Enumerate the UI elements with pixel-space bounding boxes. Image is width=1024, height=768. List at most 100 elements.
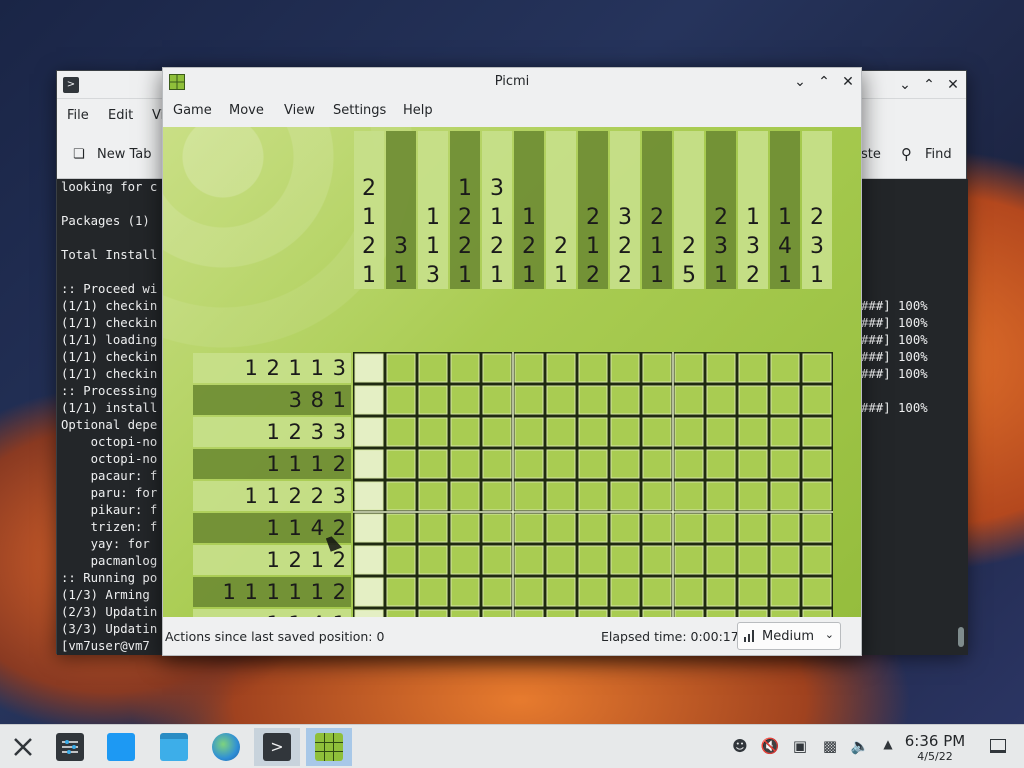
grid-cell[interactable] bbox=[450, 449, 480, 479]
grid-cell[interactable] bbox=[418, 353, 448, 383]
grid-cell[interactable] bbox=[770, 577, 800, 607]
task-terminal[interactable]: > bbox=[254, 728, 300, 766]
grid-cell[interactable] bbox=[578, 481, 608, 511]
grid-cell[interactable] bbox=[770, 417, 800, 447]
grid-cell[interactable] bbox=[770, 545, 800, 575]
menu-help[interactable]: Help bbox=[403, 103, 433, 118]
grid-cell[interactable] bbox=[386, 481, 416, 511]
grid-cell[interactable] bbox=[802, 545, 832, 575]
grid-cell[interactable] bbox=[738, 353, 768, 383]
grid-cell[interactable] bbox=[738, 481, 768, 511]
grid-cell[interactable] bbox=[482, 545, 512, 575]
grid-cell[interactable] bbox=[450, 609, 480, 617]
grid-cell[interactable] bbox=[802, 385, 832, 415]
grid-cell[interactable] bbox=[418, 609, 448, 617]
show-desktop-button[interactable] bbox=[990, 739, 1006, 753]
grid-cell[interactable] bbox=[450, 513, 480, 543]
grid-cell[interactable] bbox=[674, 513, 704, 543]
grid-cell[interactable] bbox=[738, 513, 768, 543]
grid-cell[interactable] bbox=[354, 577, 384, 607]
grid-cell[interactable] bbox=[706, 353, 736, 383]
grid-cell[interactable] bbox=[386, 449, 416, 479]
grid-cell[interactable] bbox=[514, 353, 544, 383]
grid-cell[interactable] bbox=[674, 481, 704, 511]
clock-time[interactable]: 6:36 PM bbox=[900, 732, 970, 750]
grid-cell[interactable] bbox=[738, 449, 768, 479]
grid-cell[interactable] bbox=[482, 449, 512, 479]
muted-speaker-icon[interactable]: 🔇 bbox=[760, 737, 780, 755]
grid-cell[interactable] bbox=[674, 353, 704, 383]
task-discover[interactable] bbox=[98, 728, 144, 766]
menu-view[interactable]: View bbox=[284, 103, 315, 118]
grid-cell[interactable] bbox=[738, 577, 768, 607]
grid-cell[interactable] bbox=[642, 545, 672, 575]
grid-cell[interactable] bbox=[610, 385, 640, 415]
grid-cell[interactable] bbox=[386, 609, 416, 617]
grid-cell[interactable] bbox=[706, 481, 736, 511]
grid-cell[interactable] bbox=[706, 417, 736, 447]
grid-cell[interactable] bbox=[802, 449, 832, 479]
grid-cell[interactable] bbox=[578, 545, 608, 575]
grid-cell[interactable] bbox=[706, 609, 736, 617]
grid-cell[interactable] bbox=[386, 417, 416, 447]
puzzle-board[interactable]: 2121311131221312112121212322211252311321… bbox=[163, 127, 861, 617]
grid-cell[interactable] bbox=[514, 481, 544, 511]
search-icon[interactable]: ⚲ bbox=[901, 145, 912, 163]
grid-cell[interactable] bbox=[546, 545, 576, 575]
grid-cell[interactable] bbox=[450, 577, 480, 607]
grid-cell[interactable] bbox=[546, 513, 576, 543]
grid-cell[interactable] bbox=[482, 609, 512, 617]
grid-cell[interactable] bbox=[354, 353, 384, 383]
grid-cell[interactable] bbox=[802, 353, 832, 383]
grid-cell[interactable] bbox=[546, 417, 576, 447]
grid-cell[interactable] bbox=[546, 609, 576, 617]
picmi-minimize-icon[interactable]: ⌄ bbox=[790, 72, 810, 92]
usb-device-icon[interactable]: ▣ bbox=[790, 737, 810, 755]
grid-cell[interactable] bbox=[450, 353, 480, 383]
grid-cell[interactable] bbox=[738, 545, 768, 575]
task-web-browser[interactable] bbox=[203, 728, 249, 766]
grid-cell[interactable] bbox=[546, 385, 576, 415]
grid-cell[interactable] bbox=[674, 609, 704, 617]
tray-expand-icon[interactable]: ▲ bbox=[878, 737, 898, 751]
menu-game[interactable]: Game bbox=[173, 103, 212, 118]
grid-cell[interactable] bbox=[450, 481, 480, 511]
grid-cell[interactable] bbox=[610, 545, 640, 575]
new-tab-button[interactable]: New Tab bbox=[97, 147, 152, 162]
grid-cell[interactable] bbox=[514, 609, 544, 617]
grid-cell[interactable] bbox=[642, 513, 672, 543]
grid-cell[interactable] bbox=[770, 385, 800, 415]
grid-cell[interactable] bbox=[354, 609, 384, 617]
grid-cell[interactable] bbox=[514, 513, 544, 543]
grid-cell[interactable] bbox=[450, 545, 480, 575]
grid-cell[interactable] bbox=[642, 577, 672, 607]
grid-cell[interactable] bbox=[482, 481, 512, 511]
picmi-titlebar[interactable]: Picmi ⌄ ⌃ ✕ bbox=[163, 68, 861, 96]
grid-cell[interactable] bbox=[802, 609, 832, 617]
grid-cell[interactable] bbox=[514, 417, 544, 447]
grid-cell[interactable] bbox=[642, 385, 672, 415]
grid-cell[interactable] bbox=[418, 513, 448, 543]
grid-cell[interactable] bbox=[610, 449, 640, 479]
grid-cell[interactable] bbox=[642, 449, 672, 479]
task-picmi[interactable] bbox=[306, 728, 352, 766]
terminal-close-icon[interactable]: ✕ bbox=[943, 75, 963, 95]
grid-cell[interactable] bbox=[706, 577, 736, 607]
grid-cell[interactable] bbox=[610, 577, 640, 607]
grid-cell[interactable] bbox=[610, 609, 640, 617]
grid-cell[interactable] bbox=[578, 385, 608, 415]
grid-cell[interactable] bbox=[450, 385, 480, 415]
grid-cell[interactable] bbox=[482, 513, 512, 543]
grid-cell[interactable] bbox=[514, 449, 544, 479]
new-tab-icon[interactable]: ❏ bbox=[73, 147, 85, 162]
grid-cell[interactable] bbox=[386, 513, 416, 543]
clock-date[interactable]: 4/5/22 bbox=[900, 750, 970, 763]
task-file-manager[interactable] bbox=[151, 728, 197, 766]
terminal-menu-edit[interactable]: Edit bbox=[108, 108, 133, 123]
grid-cell[interactable] bbox=[642, 609, 672, 617]
grid-cell[interactable] bbox=[418, 385, 448, 415]
grid-cell[interactable] bbox=[514, 545, 544, 575]
grid-cell[interactable] bbox=[706, 385, 736, 415]
grid-cell[interactable] bbox=[802, 481, 832, 511]
grid-cell[interactable] bbox=[418, 545, 448, 575]
